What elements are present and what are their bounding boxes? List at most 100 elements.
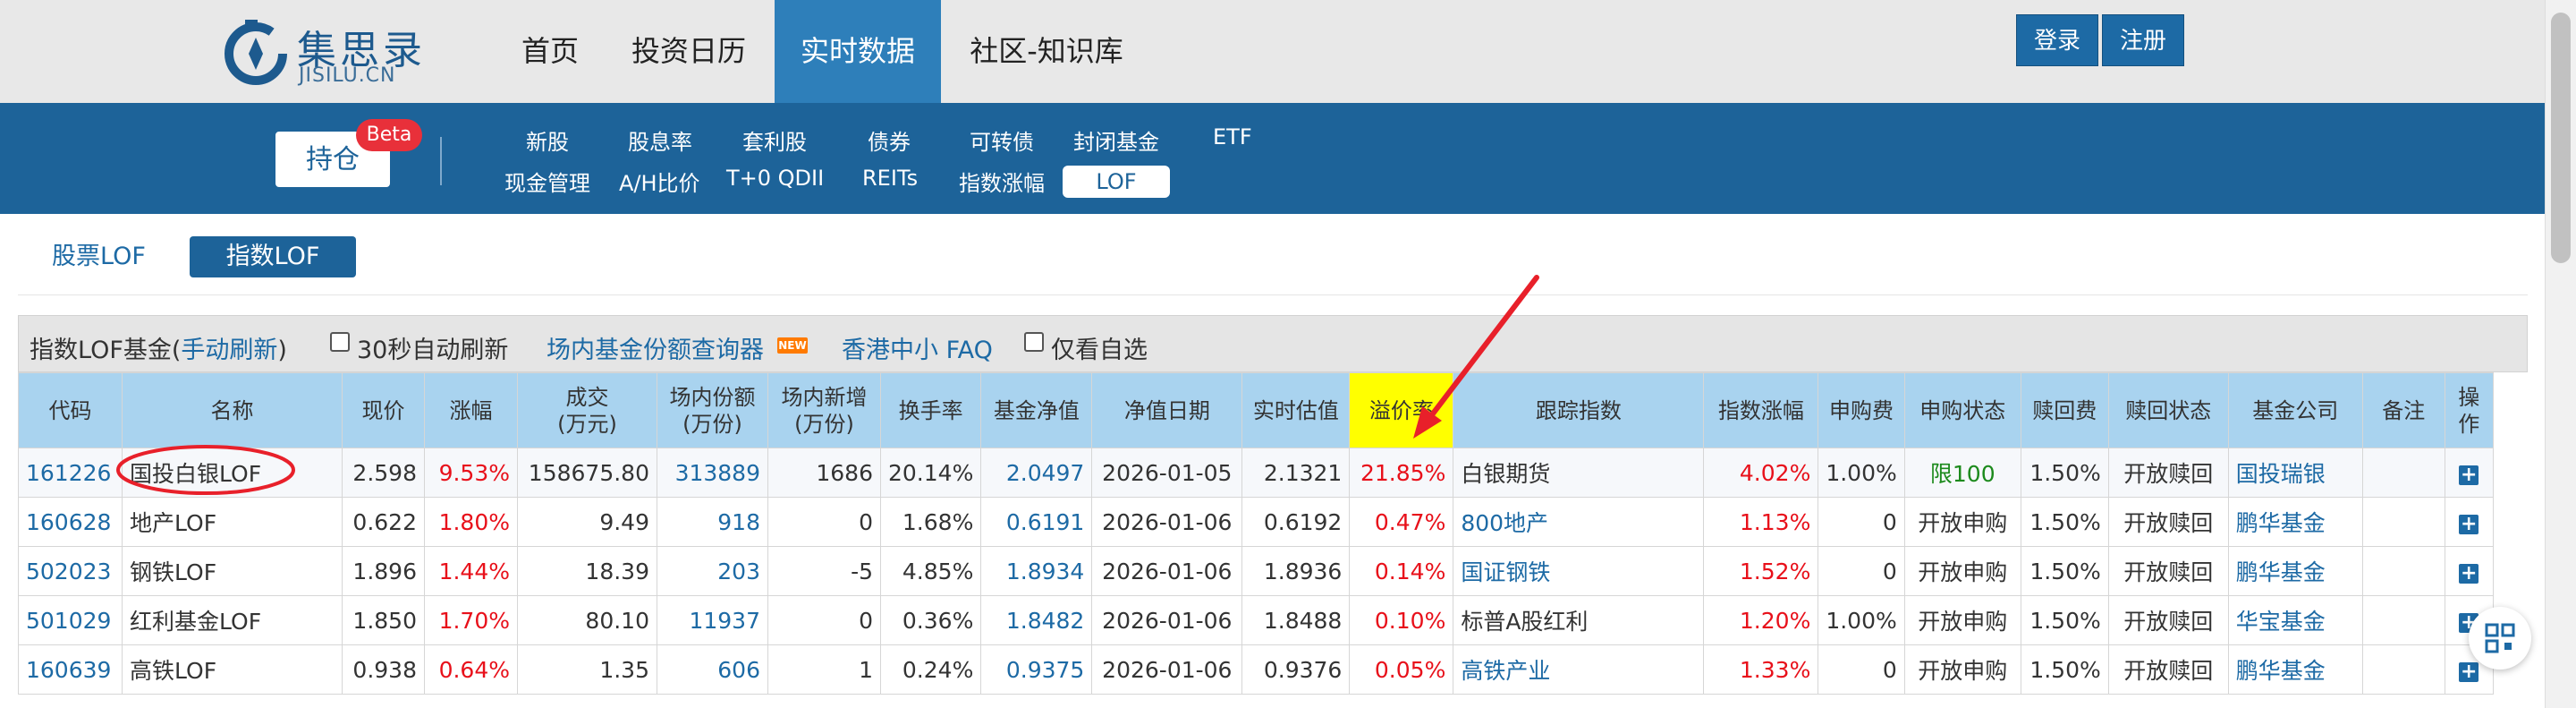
cell-index[interactable]: 国证钢铁 xyxy=(1453,546,1705,596)
cell-est: 2.1321 xyxy=(1241,448,1351,498)
column-header[interactable]: 现价 xyxy=(342,372,425,448)
add-watchlist-icon[interactable]: + xyxy=(2459,465,2479,485)
column-header[interactable]: 基金公司 xyxy=(2227,372,2363,448)
subnav-cash-management[interactable]: 现金管理 xyxy=(504,166,590,197)
column-header[interactable]: 备注 xyxy=(2361,372,2445,448)
column-header[interactable]: 赎回状态 xyxy=(2107,372,2229,448)
cell-code[interactable]: 501029 xyxy=(18,595,123,645)
cell-redeem-fee: 1.50% xyxy=(2020,595,2109,645)
tab-stock-lof[interactable]: 股票LOF xyxy=(52,236,146,277)
column-header[interactable]: 涨幅 xyxy=(424,372,518,448)
column-header[interactable]: 实时估值 xyxy=(1241,372,1351,448)
nav-home[interactable]: 首页 xyxy=(501,0,599,103)
cell-shares[interactable]: 918 xyxy=(657,497,768,547)
tab-index-lof[interactable]: 指数LOF xyxy=(190,236,356,277)
subnav-reits[interactable]: REITs xyxy=(862,166,918,191)
cell-code[interactable]: 160628 xyxy=(18,497,123,547)
cell-buy-fee: 0 xyxy=(1818,644,1905,695)
subnav-arbitrage[interactable]: 套利股 xyxy=(742,124,807,156)
cell-shares[interactable]: 203 xyxy=(657,546,768,596)
cell-shares[interactable]: 606 xyxy=(657,644,768,695)
cell-index[interactable]: 800地产 xyxy=(1453,497,1705,547)
cell-index[interactable]: 高铁产业 xyxy=(1453,644,1705,695)
add-watchlist-icon[interactable]: + xyxy=(2459,563,2479,584)
cell-op[interactable]: + xyxy=(2444,448,2494,498)
table-row[interactable]: 160639 高铁LOF 0.938 0.64% 1.35 606 1 0.24% 0.9375… xyxy=(18,644,2494,695)
subnav-index-change[interactable]: 指数涨幅 xyxy=(959,166,1045,197)
share-query-link[interactable]: 场内基金份额查询器 xyxy=(547,330,764,365)
nav-realtime-data[interactable]: 实时数据 xyxy=(775,0,941,103)
column-header[interactable]: 溢价率 xyxy=(1349,372,1454,448)
login-button[interactable]: 登录 xyxy=(2016,14,2098,66)
cell-code[interactable]: 160639 xyxy=(18,644,123,695)
column-header[interactable]: 跟踪指数 xyxy=(1453,372,1705,448)
subnav-closed-fund[interactable]: 封闭基金 xyxy=(1073,124,1159,156)
cell-company[interactable]: 鹏华基金 xyxy=(2227,644,2363,695)
cell-premium: 0.10% xyxy=(1349,595,1454,645)
column-header[interactable]: 场内份额 (万份) xyxy=(657,372,768,448)
subnav-t0-qdii[interactable]: T+0 QDII xyxy=(726,166,824,191)
scrollbar-thumb[interactable] xyxy=(2551,13,2571,263)
watchlist-only-checkbox[interactable] xyxy=(1024,332,1044,352)
cell-index[interactable]: 标普A股红利 xyxy=(1453,595,1705,645)
column-header[interactable]: 场内新增 (万份) xyxy=(767,372,881,448)
column-header[interactable]: 申购费 xyxy=(1818,372,1905,448)
column-header[interactable]: 申购状态 xyxy=(1903,372,2021,448)
nav-investment-calendar[interactable]: 投资日历 xyxy=(617,0,760,103)
column-header[interactable]: 基金净值 xyxy=(980,372,1093,448)
cell-code[interactable]: 502023 xyxy=(18,546,123,596)
cell-company[interactable]: 国投瑞银 xyxy=(2227,448,2363,498)
manual-refresh-link[interactable]: 手动刷新 xyxy=(181,337,277,364)
subnav-etf[interactable]: ETF xyxy=(1213,124,1252,149)
cell-nav[interactable]: 2.0497 xyxy=(980,448,1093,498)
cell-name: 红利基金LOF xyxy=(122,595,343,645)
column-header[interactable]: 赎回费 xyxy=(2020,372,2109,448)
column-header[interactable]: 成交 (万元) xyxy=(517,372,657,448)
subnav-ipo[interactable]: 新股 xyxy=(526,124,569,156)
site-logo[interactable]: 集思录 JISILU.CN xyxy=(224,14,422,88)
nav-community[interactable]: 社区-知识库 xyxy=(957,0,1136,103)
add-watchlist-icon[interactable]: + xyxy=(2459,514,2479,534)
cell-change: 1.80% xyxy=(424,497,518,547)
table-row[interactable]: 161226 国投白银LOF 2.598 9.53% 158675.80 313889 16… xyxy=(18,448,2494,498)
cell-note xyxy=(2361,644,2445,695)
column-header[interactable]: 指数涨幅 xyxy=(1703,372,1819,448)
table-row[interactable]: 160628 地产LOF 0.622 1.80% 9.49 918 0 1.68% 0.6191… xyxy=(18,497,2494,547)
hk-faq-link[interactable]: 香港中小 FAQ xyxy=(842,330,993,365)
cell-name: 高铁LOF xyxy=(122,644,343,695)
column-header[interactable]: 换手率 xyxy=(879,372,982,448)
cell-op[interactable]: + xyxy=(2444,546,2494,596)
cell-nav[interactable]: 1.8934 xyxy=(980,546,1093,596)
cell-op[interactable]: + xyxy=(2444,497,2494,547)
cell-redeem-status: 开放赎回 xyxy=(2107,497,2229,547)
subnav-convertible[interactable]: 可转债 xyxy=(970,124,1034,156)
table-title: 指数LOF基金(手动刷新) xyxy=(30,330,287,365)
column-header[interactable]: 净值日期 xyxy=(1091,372,1243,448)
cell-company[interactable]: 鹏华基金 xyxy=(2227,546,2363,596)
cell-code[interactable]: 161226 xyxy=(18,448,123,498)
cell-company[interactable]: 鹏华基金 xyxy=(2227,497,2363,547)
cell-volume: 18.39 xyxy=(517,546,657,596)
floating-qr-button[interactable] xyxy=(2469,607,2531,670)
subnav-lof[interactable]: LOF xyxy=(1063,166,1170,198)
cell-company[interactable]: 华宝基金 xyxy=(2227,595,2363,645)
auto-refresh-checkbox[interactable] xyxy=(330,332,350,352)
cell-nav[interactable]: 0.6191 xyxy=(980,497,1093,547)
cell-index[interactable]: 白银期货 xyxy=(1453,448,1705,498)
column-header[interactable]: 代码 xyxy=(18,372,123,448)
cell-shares[interactable]: 11937 xyxy=(657,595,768,645)
column-header[interactable]: 操作 xyxy=(2444,372,2494,448)
register-button[interactable]: 注册 xyxy=(2102,14,2184,66)
subnav-ah-ratio[interactable]: A/H比价 xyxy=(619,166,700,197)
table-row[interactable]: 502023 钢铁LOF 1.896 1.44% 18.39 203 -5 4.85% 1.89… xyxy=(18,546,2494,596)
cell-index-change: 1.52% xyxy=(1703,546,1819,596)
table-row[interactable]: 501029 红利基金LOF 1.850 1.70% 80.10 11937 0 0.36% 1… xyxy=(18,595,2494,645)
cell-nav[interactable]: 0.9375 xyxy=(980,644,1093,695)
subnav-bonds[interactable]: 债券 xyxy=(868,124,911,156)
subnav-dividend-yield[interactable]: 股息率 xyxy=(628,124,692,156)
cell-shares[interactable]: 313889 xyxy=(657,448,768,498)
column-header[interactable]: 名称 xyxy=(122,372,343,448)
cell-nav[interactable]: 1.8482 xyxy=(980,595,1093,645)
page-scrollbar[interactable] xyxy=(2545,0,2576,708)
cell-premium: 21.85% xyxy=(1349,448,1454,498)
